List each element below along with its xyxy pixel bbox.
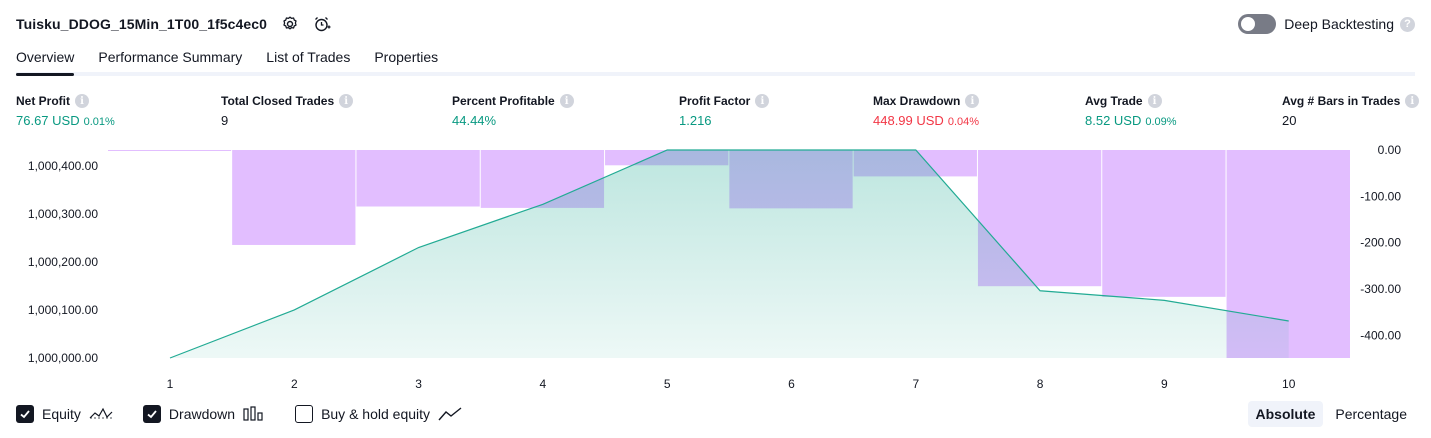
buy-hold-line-icon — [438, 406, 462, 422]
checkmark-icon — [147, 410, 157, 419]
drawdown-bar — [108, 150, 232, 151]
metric-label: Max Drawdown — [873, 94, 961, 108]
x-axis-tick-label: 2 — [291, 377, 298, 391]
info-icon[interactable]: i — [75, 94, 89, 108]
metric-value: 1.216 — [679, 113, 712, 128]
legend-label: Buy & hold equity — [321, 406, 431, 422]
right-axis-tick-label: -300.00 — [1360, 282, 1401, 296]
info-icon[interactable]: i — [339, 94, 354, 108]
metric-profit-factor: Profit Factor i 1.216 — [679, 93, 770, 129]
metric-label: Avg # Bars in Trades — [1282, 94, 1401, 108]
percentage-mode-button[interactable]: Percentage — [1327, 401, 1415, 427]
drawdown-bar — [232, 150, 356, 245]
left-axis-tick-label: 1,000,200.00 — [28, 255, 98, 269]
metric-label: Avg Trade — [1085, 94, 1143, 108]
legend-drawdown[interactable]: Drawdown — [142, 405, 265, 423]
x-axis-tick-label: 5 — [664, 377, 671, 391]
legend-buy-hold-equity[interactable]: Buy & hold equity — [295, 405, 462, 423]
strategy-title: Tuisku_DDOG_15Min_1T00_1f5c4ec0 — [16, 16, 268, 32]
x-axis-tick-label: 6 — [788, 377, 795, 391]
metric-value: 76.67 USD — [16, 113, 80, 128]
info-icon[interactable]: i — [1147, 94, 1162, 108]
equity-line-icon — [89, 406, 113, 422]
absolute-mode-button[interactable]: Absolute — [1247, 401, 1324, 427]
metric-value: 20 — [1282, 113, 1297, 128]
settings-gear-icon[interactable] — [281, 15, 299, 33]
right-axis-tick-label: 0.00 — [1378, 143, 1402, 157]
drawdown-checkbox[interactable] — [142, 405, 161, 423]
metric-max-drawdown: Max Drawdown i 448.99 USD 0.04% — [873, 93, 980, 129]
metric-value: 9 — [221, 113, 229, 128]
metric-label: Profit Factor — [679, 94, 751, 108]
metric-percent: 0.01% — [83, 116, 115, 128]
right-axis-tick-label: -400.00 — [1360, 328, 1401, 342]
help-question-icon[interactable]: ? — [1400, 16, 1415, 32]
x-axis-tick-label: 3 — [415, 377, 422, 391]
metric-total-closed-trades: Total Closed Trades i 9 — [221, 93, 354, 129]
deep-backtesting: Deep Backtesting ? — [1238, 13, 1415, 35]
metric-percent-profitable: Percent Profitable i 44.44% — [452, 93, 574, 129]
value-mode-switch: Absolute Percentage — [1244, 401, 1416, 427]
buy-hold-checkbox[interactable] — [295, 405, 314, 423]
x-axis-tick-label: 7 — [912, 377, 919, 391]
metric-percent: 0.04% — [947, 116, 980, 128]
add-alert-clock-icon[interactable] — [313, 15, 331, 33]
drawdown-bars-icon — [243, 406, 265, 422]
equity-drawdown-chart: 1,000,400.00 1,000,300.00 1,000,200.00 1,00… — [28, 143, 1402, 391]
metric-value: 8.52 USD — [1085, 113, 1142, 128]
drawdown-bar — [1102, 150, 1226, 297]
legend-label: Drawdown — [168, 406, 236, 422]
x-axis-tick-label: 4 — [540, 377, 547, 391]
deep-backtesting-toggle[interactable] — [1238, 14, 1277, 34]
metric-label: Total Closed Trades — [221, 94, 335, 108]
chart-legend: Equity Drawdown Buy & hold equity — [16, 403, 492, 425]
metric-value: 448.99 USD — [873, 113, 944, 128]
left-axis-tick-label: 1,000,000.00 — [28, 351, 98, 365]
metric-net-profit: Net Profit i 76.67 USD 0.01% — [16, 93, 115, 129]
right-axis-tick-label: -200.00 — [1360, 236, 1401, 250]
left-axis-tick-label: 1,000,400.00 — [28, 159, 98, 173]
equity-checkbox[interactable] — [16, 405, 34, 423]
tab-performance-summary[interactable]: Performance Summary — [98, 46, 242, 72]
deep-backtesting-label: Deep Backtesting — [1284, 16, 1394, 32]
info-icon[interactable]: i — [965, 94, 980, 108]
info-icon[interactable]: i — [1405, 94, 1420, 108]
metric-percent: 0.09% — [1145, 116, 1177, 128]
x-axis-tick-label: 10 — [1282, 377, 1296, 391]
right-axis-tick-label: -100.00 — [1360, 189, 1401, 203]
x-axis-tick-label: 8 — [1037, 377, 1044, 391]
metric-label: Net Profit — [16, 94, 70, 108]
x-axis-tick-label: 9 — [1161, 377, 1168, 391]
drawdown-bar — [356, 150, 480, 207]
metric-label: Percent Profitable — [452, 94, 555, 108]
x-axis-tick-label: 1 — [167, 377, 174, 391]
legend-label: Equity — [42, 406, 81, 422]
left-axis-tick-label: 1,000,100.00 — [28, 303, 98, 317]
metric-value: 44.44% — [452, 113, 497, 128]
strategy-header: Tuisku_DDOG_15Min_1T00_1f5c4ec0 — [16, 12, 331, 36]
report-tabs: Overview Performance Summary List of Tra… — [16, 46, 1415, 76]
metric-avg-bars-in-trades: Avg # Bars in Trades i 20 — [1282, 93, 1420, 129]
info-icon[interactable]: i — [755, 94, 770, 108]
metric-avg-trade: Avg Trade i 8.52 USD 0.09% — [1085, 93, 1177, 129]
left-axis-tick-label: 1,000,300.00 — [28, 207, 98, 221]
legend-equity[interactable]: Equity — [16, 405, 113, 423]
tab-properties[interactable]: Properties — [374, 46, 438, 72]
info-icon[interactable]: i — [559, 94, 574, 108]
tab-overview[interactable]: Overview — [16, 46, 75, 76]
checkmark-icon — [20, 410, 30, 419]
tab-list-of-trades[interactable]: List of Trades — [266, 46, 350, 72]
